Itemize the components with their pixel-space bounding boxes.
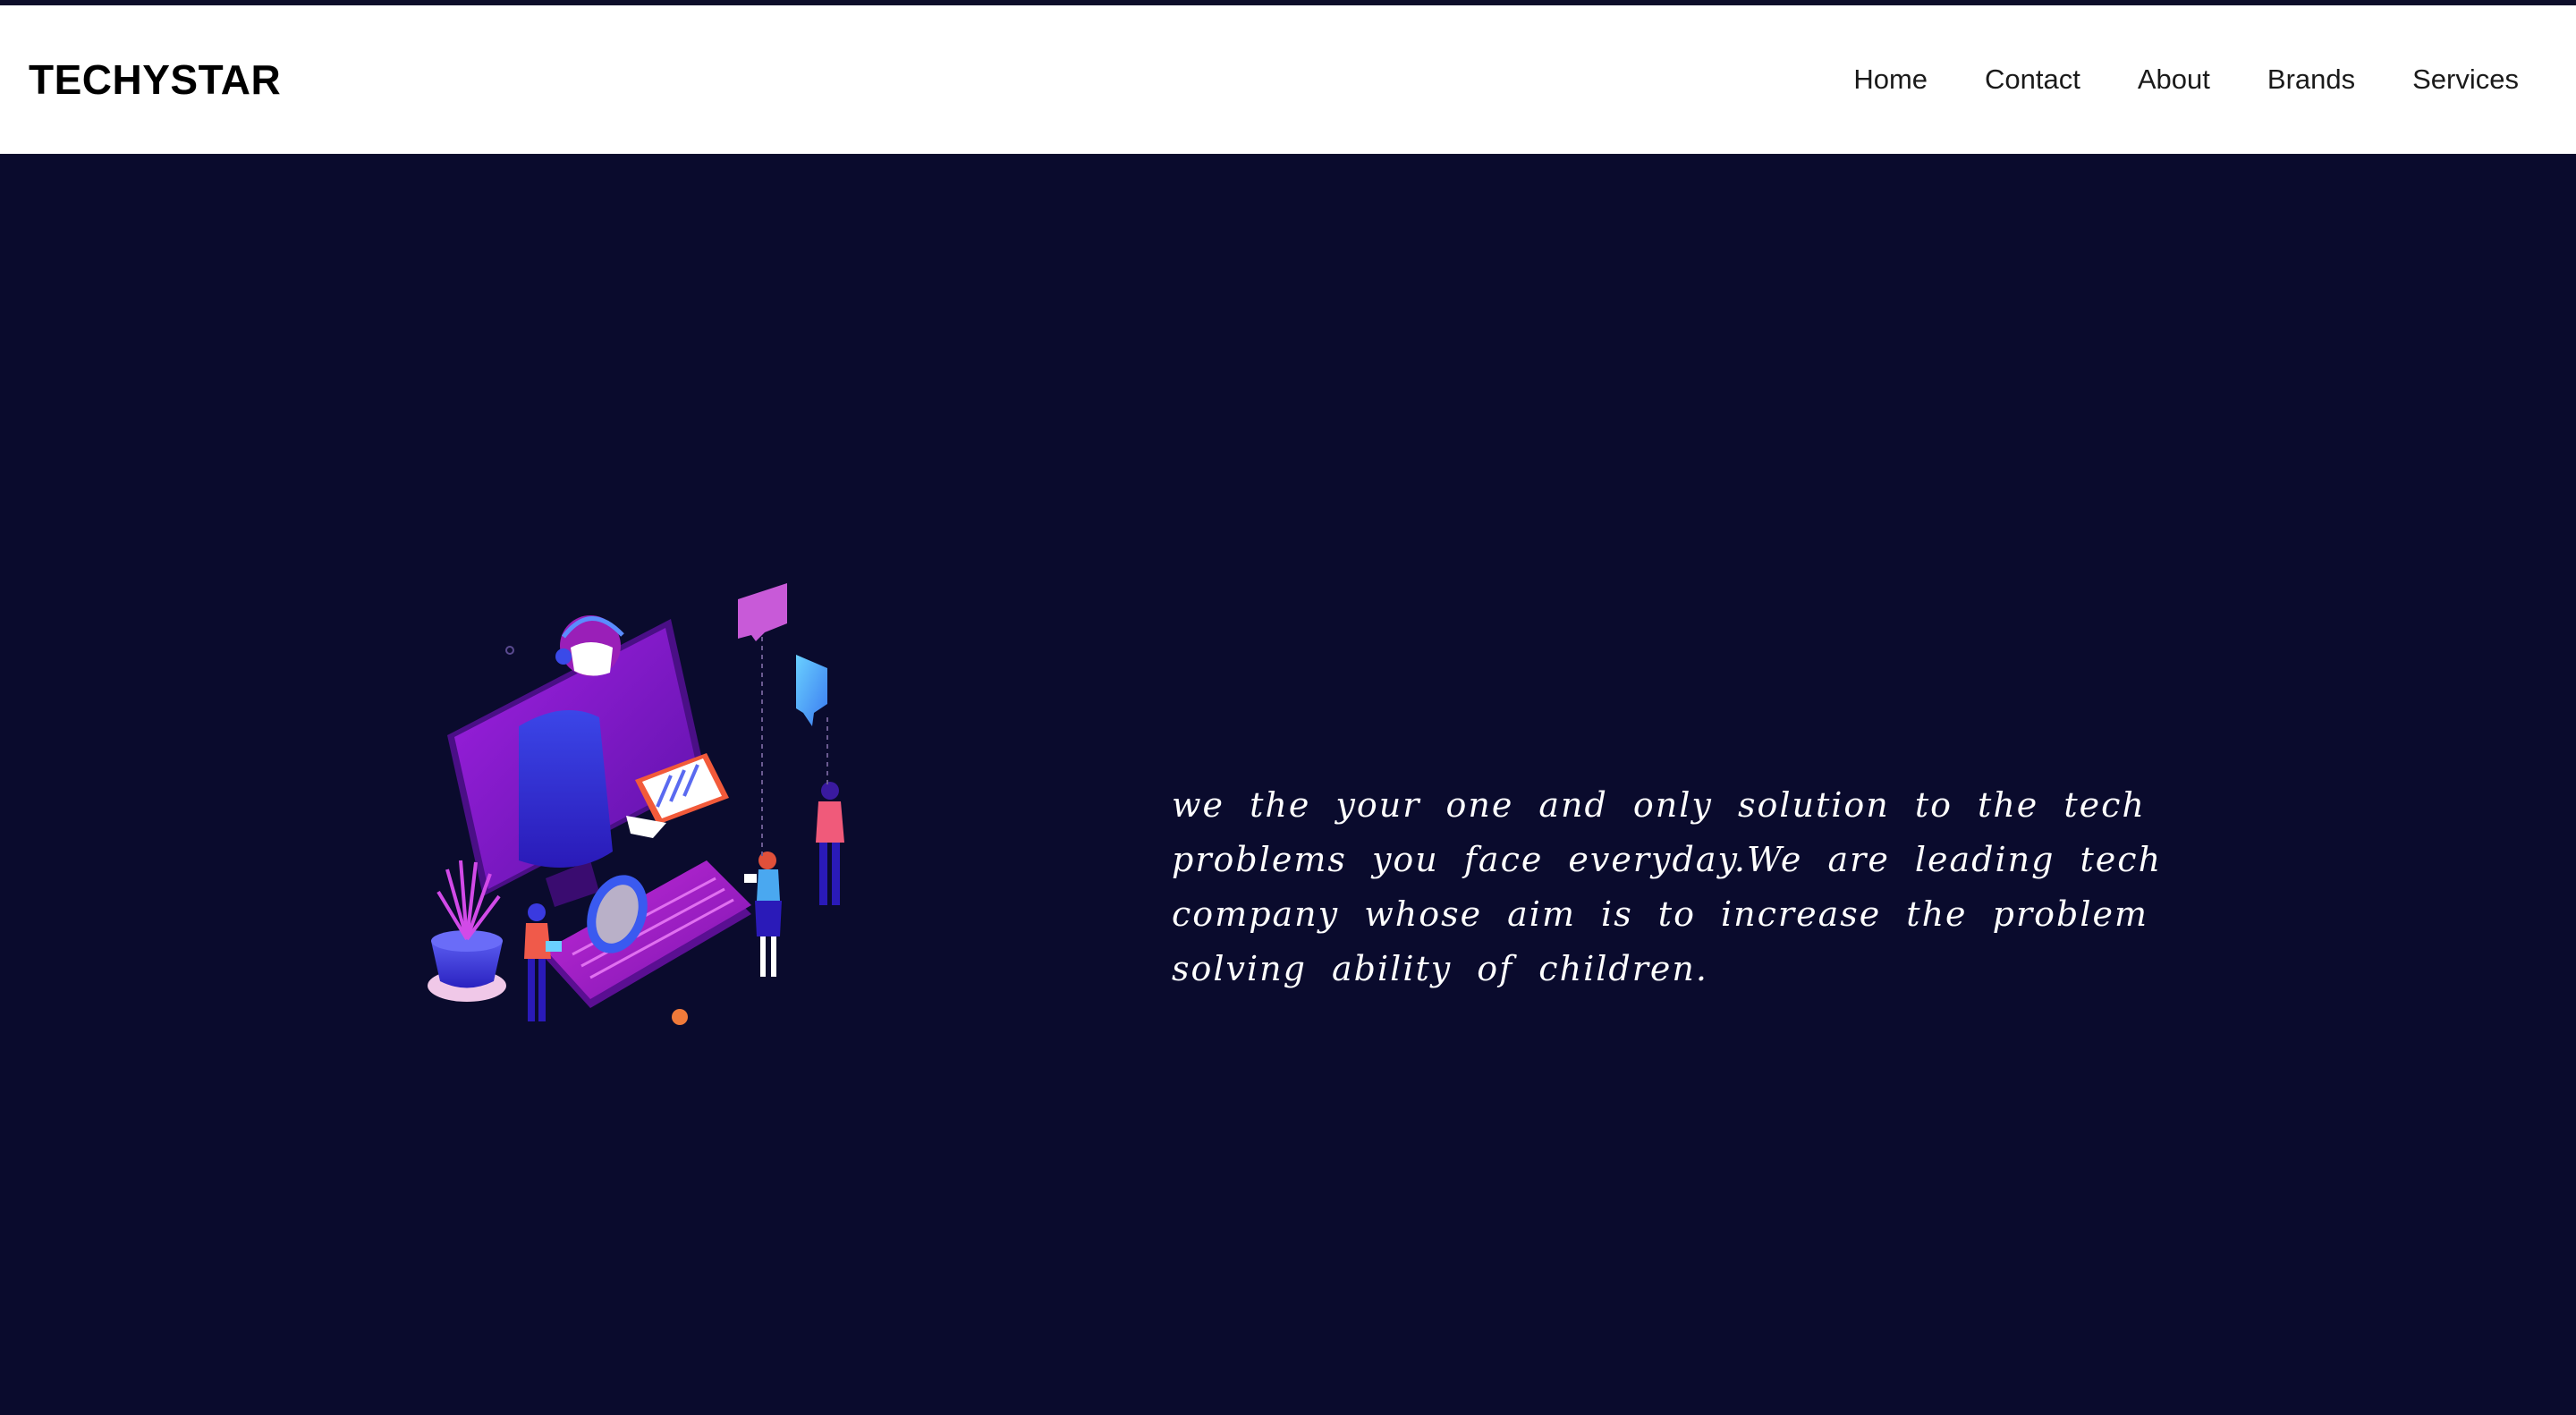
nav-menu: Home Contact About Brands Services (1853, 5, 2519, 154)
nav-link-about[interactable]: About (2138, 64, 2210, 96)
nav-link-home[interactable]: Home (1853, 64, 1928, 96)
hero-section: we the your one and only solution to the… (0, 154, 2576, 1415)
nav-link-services[interactable]: Services (2412, 64, 2519, 96)
nav-link-brands[interactable]: Brands (2267, 64, 2355, 96)
message-bubble-icon (796, 655, 828, 787)
decor-ring (505, 646, 514, 655)
brand-logo[interactable]: TECHYSTAR (29, 55, 281, 104)
person-right (816, 782, 844, 905)
support-illustration (428, 583, 844, 1025)
navbar: TECHYSTAR Home Contact About Brands Serv… (0, 5, 2576, 154)
chat-bubble-icon (738, 583, 787, 860)
nav-link-contact[interactable]: Contact (1985, 64, 2080, 96)
hero-tagline: we the your one and only solution to the… (1172, 785, 2163, 988)
decor-dot (672, 1009, 688, 1025)
